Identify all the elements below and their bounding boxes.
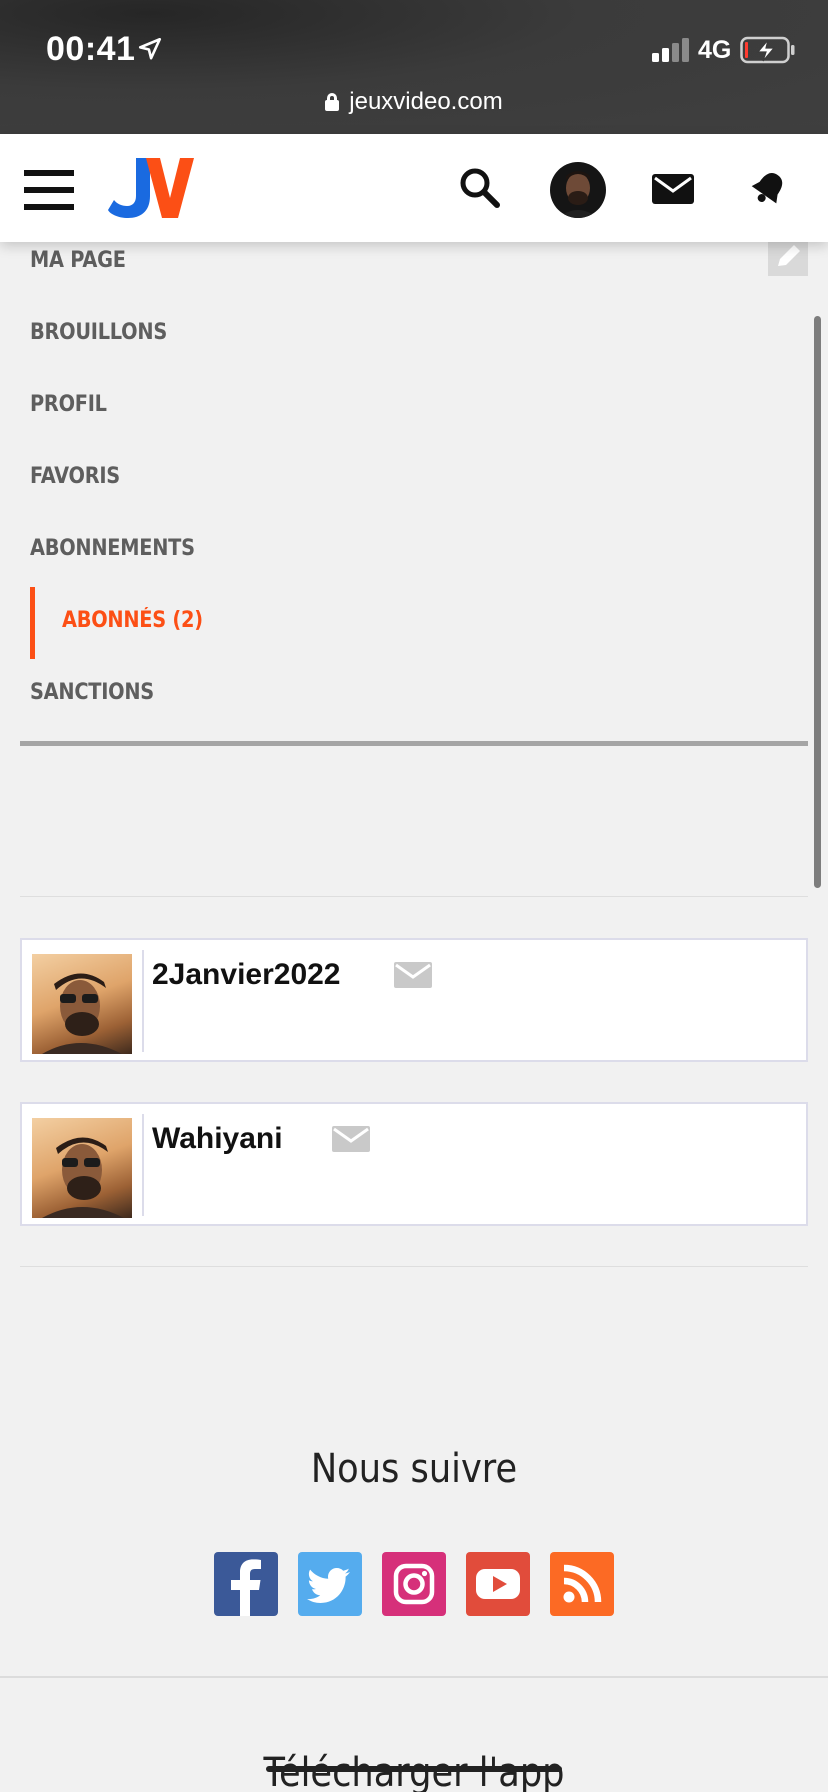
menu-divider [20, 741, 808, 746]
menu-item-brouillons[interactable]: BROUILLONS [30, 320, 167, 345]
card-separator [142, 1114, 144, 1216]
location-arrow-icon [138, 37, 162, 60]
follower-avatar[interactable] [32, 1118, 132, 1218]
menu-item-abonnes[interactable]: ABONNÉS (2) [62, 608, 203, 633]
status-bar: 00:41 4G jeuxvideo.com [0, 0, 828, 134]
jv-logo[interactable] [108, 156, 194, 220]
pencil-icon [778, 245, 800, 266]
divider [20, 1266, 808, 1267]
follow-title: Nous suivre [310, 1446, 518, 1492]
follower-avatar[interactable] [32, 954, 132, 1054]
scrollbar[interactable] [814, 316, 821, 888]
network-type: 4G [698, 36, 732, 64]
user-avatar[interactable] [550, 162, 606, 218]
site-header [0, 134, 828, 242]
follower-username[interactable]: 2Janvier2022 [152, 958, 341, 992]
signal-icon [652, 38, 690, 62]
menu-item-favoris[interactable]: FAVORIS [30, 464, 120, 489]
menu-item-sanctions[interactable]: SANCTIONS [30, 680, 154, 705]
rss-icon[interactable] [550, 1552, 614, 1616]
bell-icon[interactable] [748, 168, 788, 210]
edit-button[interactable] [768, 238, 808, 276]
lock-icon [325, 93, 340, 111]
menu-item-abonnements[interactable]: ABONNEMENTS [30, 536, 195, 561]
footer-divider [0, 1676, 828, 1678]
twitter-icon[interactable] [298, 1552, 362, 1616]
strikethrough-line [266, 1766, 562, 1772]
follower-username[interactable]: Wahiyani [152, 1122, 283, 1156]
card-separator [142, 950, 144, 1052]
battery-charging-icon [740, 36, 795, 64]
divider [20, 896, 808, 897]
follower-card[interactable]: Wahiyani [20, 1102, 808, 1226]
facebook-icon[interactable] [214, 1552, 278, 1616]
send-message-icon[interactable] [394, 962, 432, 988]
menu-item-ma-page[interactable]: MA PAGE [30, 248, 126, 273]
menu-icon[interactable] [24, 170, 74, 210]
mail-icon[interactable] [652, 174, 694, 204]
active-indicator [30, 587, 35, 659]
address-bar[interactable]: jeuxvideo.com [0, 88, 828, 116]
url-text: jeuxvideo.com [349, 88, 503, 115]
search-icon[interactable] [458, 166, 502, 210]
follower-card[interactable]: 2Janvier2022 [20, 938, 808, 1062]
send-message-icon[interactable] [332, 1126, 370, 1152]
instagram-icon[interactable] [382, 1552, 446, 1616]
menu-item-profil[interactable]: PROFIL [30, 392, 107, 417]
youtube-icon[interactable] [466, 1552, 530, 1616]
status-time: 00:41 [46, 30, 136, 68]
